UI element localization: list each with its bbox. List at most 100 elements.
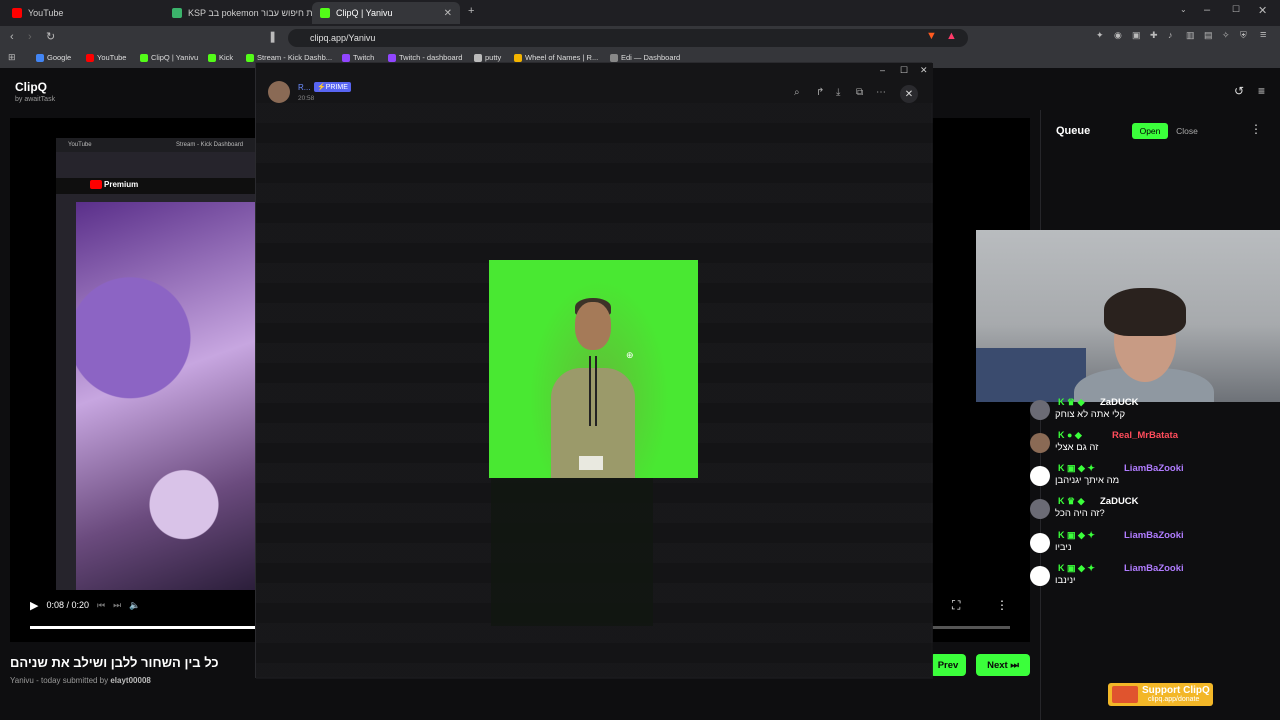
support-button[interactable]: Support ClipQ clipq.app/donate	[1108, 683, 1213, 706]
avatar	[1030, 400, 1050, 420]
minimize-icon[interactable]: –	[1204, 4, 1210, 16]
prev-button[interactable]: Prev	[930, 654, 966, 676]
brave-rewards-icon[interactable]: ▲	[946, 30, 957, 42]
open-external-icon[interactable]: ⧉	[856, 87, 863, 98]
queue-menu-icon[interactable]: ⋮	[1250, 122, 1262, 136]
forward-icon[interactable]: ↱	[816, 87, 824, 98]
chat-username[interactable]: LiamBaZooki	[1124, 463, 1184, 474]
forward-icon[interactable]: ›	[28, 31, 32, 43]
reload-icon[interactable]: ↻	[46, 30, 55, 43]
skip-back-icon[interactable]: ⏮	[97, 600, 105, 611]
avatar[interactable]	[268, 81, 290, 103]
chat-username[interactable]: Real_MrBatata	[1112, 430, 1178, 441]
new-tab-icon[interactable]: +	[468, 5, 474, 17]
apps-grid-icon[interactable]: ⊞	[8, 52, 16, 63]
bookmark-twitch-dashboard[interactable]: Twitch - dashboard	[388, 53, 462, 62]
back-icon[interactable]: ‹	[10, 31, 14, 43]
image-id-tag	[579, 456, 603, 470]
bookmark-google[interactable]: Google	[36, 53, 71, 62]
menu-icon[interactable]: ≡	[1258, 84, 1265, 98]
more-icon[interactable]: ⋯	[876, 87, 886, 98]
bookmark-edi[interactable]: Edi — Dashboard	[610, 53, 680, 62]
cursor-icon: ⊕	[626, 350, 634, 360]
twitch-icon	[342, 53, 350, 62]
queue-open-button[interactable]: Open	[1132, 123, 1168, 139]
chat-username[interactable]: LiamBaZooki	[1124, 563, 1184, 574]
tab-ksp[interactable]: KSP בב pokemon תוצאות חיפוש עבור	[164, 2, 314, 24]
bookmark-twitch[interactable]: Twitch	[342, 53, 374, 62]
bookmark-label: Stream - Kick Dashb...	[257, 53, 333, 62]
close-icon[interactable]: ✕	[900, 85, 918, 103]
next-button[interactable]: Next ⏭	[976, 654, 1030, 676]
close-window-icon[interactable]: ✕	[1258, 4, 1267, 17]
puzzle-icon[interactable]: ✚	[1150, 30, 1158, 41]
wallet-icon[interactable]: ▤	[1204, 30, 1213, 41]
image-lanyard	[589, 356, 597, 426]
fullscreen-icon[interactable]: ⛶	[952, 598, 960, 613]
queue-close-button[interactable]: Close	[1170, 123, 1204, 139]
chat-badges-icon: K ▣ ◆ ✦	[1058, 563, 1095, 573]
bookmark-stream[interactable]: Stream - Kick Dashb...	[246, 53, 332, 62]
tab-youtube[interactable]: YouTube	[4, 2, 164, 24]
minimize-icon[interactable]: –	[880, 65, 885, 75]
bookmark-putty[interactable]: putty	[474, 53, 501, 62]
download-icon[interactable]: ⤓	[836, 87, 840, 98]
chat-badges-icon: K ● ◆	[1058, 430, 1082, 440]
zoom-icon[interactable]: ⌕	[794, 87, 800, 98]
skip-forward-icon[interactable]: ⏭	[113, 600, 121, 611]
tab-title: KSP בב pokemon תוצאות חיפוש עבור	[188, 8, 314, 18]
meta-separator: - today submitted by	[33, 676, 111, 685]
extension-icon[interactable]: ◉	[1114, 30, 1122, 41]
putty-icon	[474, 53, 482, 62]
music-icon[interactable]: ♪	[1168, 30, 1173, 40]
avatar	[1030, 533, 1050, 553]
kick-icon	[320, 8, 330, 18]
chevron-down-icon[interactable]: ⌄	[1180, 5, 1187, 14]
prime-badge: ⚡PRIME	[314, 82, 351, 92]
chat-badges-icon: K ♛ ◆	[1058, 397, 1085, 407]
chat-username[interactable]: ZaDUCK	[1100, 397, 1139, 408]
close-tab-icon[interactable]: ✕	[444, 8, 452, 19]
author-name[interactable]: R...	[298, 83, 310, 92]
brave-shield-icon[interactable]: ▼	[926, 30, 937, 42]
chat-text: ינינבו	[1055, 575, 1076, 586]
queue-title: Queue	[1056, 125, 1091, 137]
bookmark-icon[interactable]: ❚	[268, 30, 277, 43]
more-options-icon[interactable]: ⋮	[996, 598, 1008, 612]
bookmark-label: Twitch - dashboard	[399, 53, 463, 62]
chat-username[interactable]: ZaDUCK	[1100, 496, 1139, 507]
youtube-icon	[12, 8, 22, 18]
channel-name[interactable]: Yanivu	[10, 676, 34, 685]
submitter-name[interactable]: elayt00008	[110, 676, 150, 685]
webcam-person-hair	[1104, 288, 1186, 336]
play-icon[interactable]: ▶	[30, 599, 38, 612]
bookmark-label: Kick	[219, 53, 234, 62]
webcam-bed	[976, 348, 1086, 402]
address-bar-row: ‹ › ↻ ❚ clipq.app/Yanivu ▼ ▲ ✦ ◉ ▣ ✚ ♪ ▥…	[0, 26, 1280, 50]
sidebar-icon[interactable]: ▥	[1186, 30, 1195, 41]
maximize-icon[interactable]: ☐	[900, 65, 908, 76]
extension-icon[interactable]: ✦	[1096, 30, 1104, 41]
bookmark-youtube[interactable]: YouTube	[86, 53, 126, 62]
embedded-tab-label: YouTube	[68, 142, 92, 148]
youtube-icon	[90, 180, 102, 189]
url-field[interactable]: clipq.app/Yanivu	[288, 29, 968, 47]
vpn-icon[interactable]: ⛨	[1240, 30, 1247, 41]
bookmark-clipq[interactable]: ClipQ | Yanivu	[140, 53, 198, 62]
menu-icon[interactable]: ≡	[1260, 29, 1266, 41]
history-icon[interactable]: ↺	[1234, 84, 1244, 98]
bookmark-kick[interactable]: Kick	[208, 53, 233, 62]
volume-icon[interactable]: 🔈	[129, 600, 140, 611]
tab-clipq[interactable]: ClipQ | Yanivu ✕	[312, 2, 460, 24]
extension-icon[interactable]: ▣	[1132, 30, 1141, 41]
leo-icon[interactable]: ✧	[1222, 30, 1230, 41]
app-brand[interactable]: ClipQ	[15, 80, 47, 94]
maximize-icon[interactable]: ☐	[1232, 4, 1240, 15]
close-window-icon[interactable]: ✕	[920, 65, 928, 76]
kick-icon	[208, 53, 216, 62]
green-screen-image[interactable]	[489, 260, 698, 478]
chat-username[interactable]: LiamBaZooki	[1124, 530, 1184, 541]
avatar	[1030, 499, 1050, 519]
image-person-face	[575, 302, 611, 350]
bookmark-wheel[interactable]: Wheel of Names | R...	[514, 53, 598, 62]
